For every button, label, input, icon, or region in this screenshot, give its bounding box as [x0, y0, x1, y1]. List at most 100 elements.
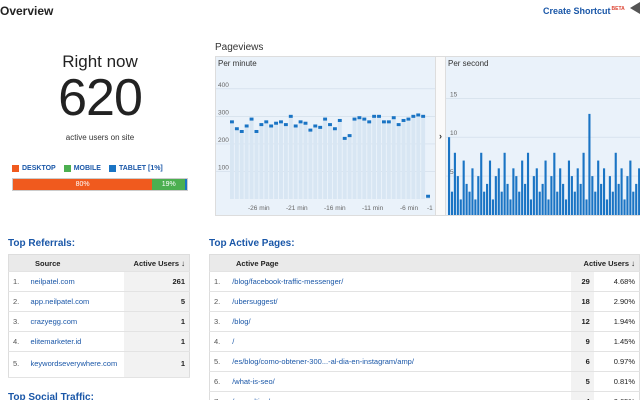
row-index: 3.: [209, 311, 229, 332]
active-page-column-header[interactable]: Active Page: [209, 254, 571, 272]
referral-users-header-label: Active Users: [133, 258, 179, 268]
per-minute-bar-fill: [372, 116, 377, 199]
per-minute-bar-fill: [377, 116, 381, 199]
create-shortcut-link[interactable]: Create ShortcutBETA: [543, 6, 625, 16]
active-users-value: 4: [570, 391, 594, 400]
per-second-bar: [567, 160, 571, 215]
per-minute-bar: [274, 121, 279, 125]
per-minute-bar: [391, 116, 396, 120]
per-second-bar: [486, 183, 489, 215]
per-minute-bar-fill: [308, 130, 313, 199]
share-icon[interactable]: [630, 2, 640, 14]
per-minute-bar: [406, 117, 411, 121]
per-second-bar: [635, 183, 638, 215]
referral-source-link[interactable]: elitemarketer.id: [26, 331, 125, 352]
y-tick-label: 15: [450, 91, 458, 98]
per-second-bar: [588, 113, 591, 215]
per-second-bar: [459, 199, 462, 215]
active-users-percent: 4.68%: [593, 271, 640, 292]
per-second-bar: [477, 176, 480, 215]
active-page-link[interactable]: /ubersuggest/: [228, 291, 571, 312]
active-users-value: 5: [124, 291, 190, 312]
active-users-value: 1: [124, 331, 190, 352]
per-second-bar: [564, 199, 568, 215]
per-second-bar: [626, 176, 629, 215]
per-minute-bar: [377, 114, 381, 118]
per-second-bar: [553, 152, 556, 215]
row-index: 4.: [209, 331, 229, 352]
per-second-bar: [547, 199, 550, 215]
per-minute-bar-fill: [362, 119, 367, 199]
beta-badge: BETA: [611, 6, 625, 12]
per-minute-bar-fill: [303, 123, 308, 199]
per-minute-panel: Per minute 100 200 300 400 -26 min -21 min -16…: [216, 57, 435, 215]
create-shortcut-label: Create Shortcut: [543, 6, 611, 16]
active-page-link[interactable]: /es/blog/como-obtener-300...-al-dia-en-i…: [228, 351, 571, 372]
pageviews-title: Pageviews: [215, 42, 264, 53]
per-second-bar: [515, 176, 518, 215]
x-tick-label: -11 min: [362, 205, 384, 212]
per-minute-bar: [288, 114, 293, 118]
active-users-percent: 1.94%: [593, 311, 640, 332]
per-minute-bar-fill: [269, 125, 274, 199]
per-second-bar: [550, 176, 553, 215]
per-minute-bar: [239, 129, 244, 133]
page-users-column-header[interactable]: Active Users ↓: [570, 254, 640, 272]
active-page-link[interactable]: /: [228, 331, 571, 352]
per-minute-bar-fill: [279, 121, 283, 199]
per-minute-bar-fill: [367, 121, 372, 199]
active-pages-table: Active Page Active Users ↓ 1./blog/facebo…: [209, 254, 640, 400]
table-row: 1. neilpatel.com 261: [8, 271, 190, 292]
per-second-bar: [468, 191, 471, 215]
per-second-bar: [462, 160, 465, 215]
active-users-value: 5: [570, 371, 594, 392]
referral-source-link[interactable]: crazyegg.com: [26, 311, 125, 332]
per-minute-bar: [362, 117, 367, 121]
per-minute-bar-fill: [283, 124, 288, 199]
active-page-link[interactable]: /blog/facebook-traffic-messenger/: [228, 271, 571, 292]
per-minute-bar-fill: [342, 138, 347, 199]
row-index: 3.: [8, 311, 27, 332]
per-minute-bar: [234, 127, 239, 131]
legend-mobile: MOBILE: [63, 165, 101, 172]
source-column-header[interactable]: Source: [8, 254, 125, 272]
per-minute-bar-fill: [249, 119, 254, 199]
sort-desc-icon: ↓: [181, 258, 185, 268]
x-tick-label: -21 min: [286, 205, 308, 212]
per-minute-bar-fill: [352, 119, 357, 199]
per-second-bar: [529, 199, 533, 215]
per-minute-bar-fill: [254, 131, 259, 199]
referral-source-link[interactable]: neilpatel.com: [26, 271, 125, 292]
per-minute-bar-fill: [386, 121, 391, 199]
per-minute-bar: [318, 125, 323, 129]
per-minute-bar-fill: [230, 121, 234, 199]
per-minute-bar: [293, 124, 298, 128]
active-page-link[interactable]: /consulting/: [228, 391, 571, 400]
per-second-bar: [629, 160, 632, 215]
per-second-label: Per second: [448, 59, 489, 68]
per-second-bar: [500, 191, 503, 215]
legend-tablet: TABLET [1%]: [108, 165, 163, 172]
per-second-bar: [494, 176, 497, 215]
active-page-link[interactable]: /what-is-seo/: [228, 371, 571, 392]
per-second-bar: [594, 191, 597, 215]
referral-source-link[interactable]: keywordseverywhere.com: [26, 351, 125, 378]
per-second-bar: [579, 183, 582, 215]
per-minute-bar-fill: [391, 117, 396, 199]
table-row: 2./ubersuggest/18 2.90%: [209, 291, 640, 312]
active-users-value: 261: [124, 271, 190, 292]
per-minute-bar-fill: [313, 125, 318, 199]
per-second-bar: [521, 160, 524, 215]
per-second-bar: [544, 160, 547, 215]
referral-source-link[interactable]: app.neilpatel.com: [26, 291, 125, 312]
active-page-link[interactable]: /blog/: [228, 311, 571, 332]
y-tick-label: 5: [450, 169, 454, 176]
per-minute-bar: [279, 120, 283, 124]
mobile-segment: 19%: [152, 179, 186, 190]
top-referrals-title: Top Referrals:: [8, 238, 76, 249]
referral-users-column-header[interactable]: Active Users ↓: [124, 254, 190, 272]
per-second-bar: [474, 199, 477, 215]
chart-toggle-arrow[interactable]: ›: [435, 57, 446, 215]
per-minute-bar-fill: [274, 123, 279, 199]
per-second-panel: Per second 5 10 15: [446, 57, 640, 215]
